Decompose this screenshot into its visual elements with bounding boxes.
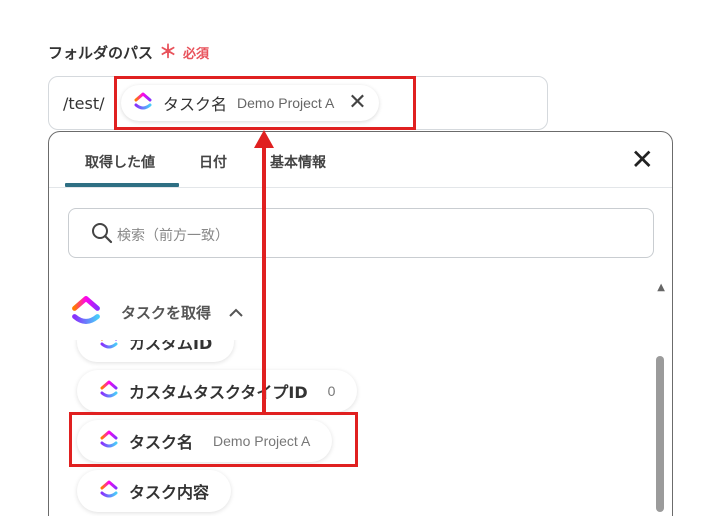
clickup-logo-icon: [99, 478, 119, 504]
highlight-box-task-name-item: [69, 412, 358, 467]
highlight-box-path-chip: [114, 76, 416, 130]
tab-date[interactable]: 日付: [199, 152, 227, 172]
required-star-icon: ＊: [159, 41, 178, 63]
scroll-up-icon[interactable]: ▲: [657, 282, 665, 293]
list-item[interactable]: カスタムタスクタイプID 0: [77, 370, 358, 412]
search-placeholder: 検索（前方一致）: [117, 228, 229, 244]
item-label: タスク内容: [129, 483, 210, 502]
clickup-logo-icon: [99, 340, 119, 355]
close-icon[interactable]: ✕: [631, 146, 654, 174]
annotation-arrow-line: [262, 146, 266, 414]
search-input[interactable]: 検索（前方一致）: [68, 208, 654, 258]
active-tab-indicator: [65, 183, 179, 187]
annotation-arrow-icon: [254, 130, 274, 148]
list-item[interactable]: タスク内容: [77, 470, 232, 512]
section-header-get-task[interactable]: タスクを取得: [69, 292, 243, 332]
tab-basic-info[interactable]: 基本情報: [270, 152, 326, 172]
clickup-logo-icon: [69, 292, 103, 332]
field-label-text: フォルダのパス: [48, 44, 154, 62]
clickup-logo-icon: [99, 378, 119, 404]
required-text: 必須: [183, 47, 210, 62]
chevron-up-icon: [229, 303, 243, 322]
tab-bar: 取得した値 日付 基本情報: [49, 132, 672, 188]
field-label: フォルダのパス ＊ 必須: [48, 42, 209, 63]
scrollbar-thumb[interactable]: [656, 356, 664, 512]
item-label: カスタムタスクタイプID: [129, 383, 308, 402]
item-value: 0: [327, 383, 336, 399]
tab-acquired-values[interactable]: 取得した値: [85, 152, 155, 172]
path-prefix: /test/: [63, 94, 105, 113]
section-title: タスクを取得: [121, 303, 212, 322]
item-label: カスタムID: [129, 334, 213, 353]
search-icon: [91, 222, 113, 248]
